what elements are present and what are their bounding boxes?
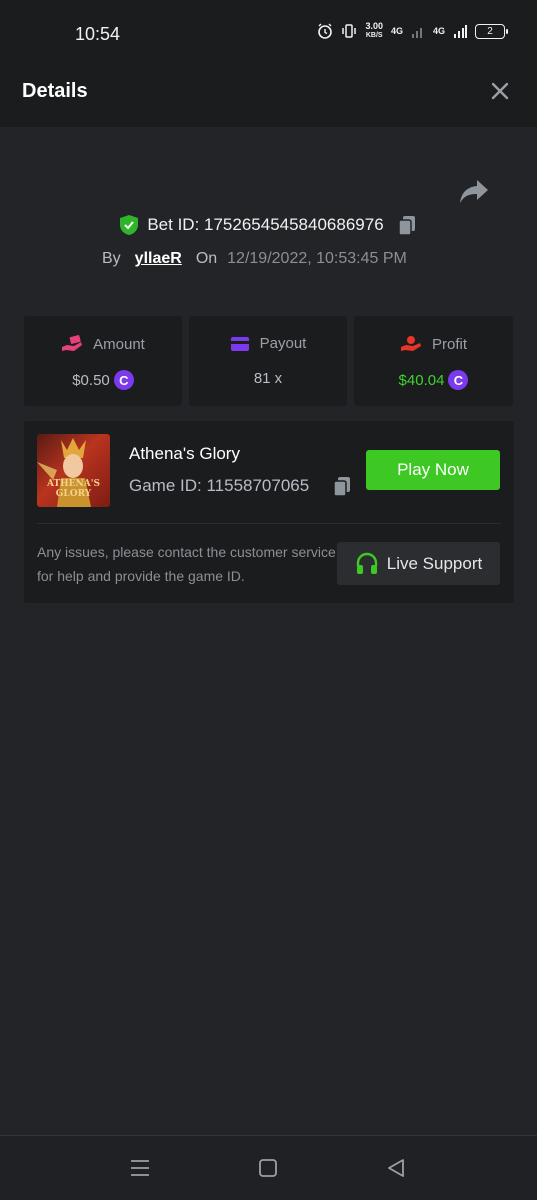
back-icon[interactable] — [384, 1156, 408, 1180]
game-thumbnail[interactable]: ATHENA'S GLORY — [37, 434, 110, 507]
stat-card-amount: Amount $0.50 C — [24, 316, 182, 406]
status-icons: 3.00 KB/S 4G 4G 2 — [317, 22, 508, 40]
bet-id-row: Bet ID: 1752654545840686976 — [0, 214, 537, 236]
profit-hand-icon — [400, 336, 421, 351]
stat-head-amount: Amount — [24, 335, 182, 353]
header: Details — [0, 54, 537, 127]
network-type-2: 4G — [432, 26, 445, 36]
divider — [37, 523, 501, 524]
bet-datetime: 12/19/2022, 10:53:45 PM — [227, 250, 407, 267]
card-icon — [230, 336, 249, 351]
by-row: By yllaeR On 12/19/2022, 10:53:45 PM — [102, 250, 407, 268]
copy-icon[interactable] — [396, 214, 418, 236]
live-support-button[interactable]: Live Support — [337, 542, 500, 585]
on-label: On — [195, 250, 218, 267]
game-name: Athena's Glory — [129, 444, 240, 463]
headphones-icon — [356, 552, 377, 574]
by-label: By — [102, 250, 121, 267]
stat-val-amount: $0.50 C — [24, 370, 182, 390]
verified-shield-icon — [120, 215, 139, 235]
stat-card-profit: Profit $40.04 C — [354, 316, 513, 406]
net-speed-value: 3.00 — [365, 21, 383, 31]
stat-label-payout: Payout — [259, 335, 307, 352]
battery-level: 2 — [487, 25, 493, 37]
status-time: 10:54 — [75, 24, 121, 44]
stat-val-profit: $40.04 C — [354, 370, 513, 390]
bet-id: Bet ID: 1752654545840686976 — [147, 215, 384, 234]
stat-value-amount: $0.50 — [72, 371, 110, 389]
coin-icon: C — [448, 370, 469, 390]
home-icon[interactable] — [256, 1156, 280, 1180]
stat-value-payout: 81 x — [253, 370, 283, 387]
signal-icon-2 — [454, 25, 467, 38]
coin-icon: C — [113, 370, 134, 390]
copy-icon[interactable] — [332, 475, 352, 497]
status-bar: 10:54 3.00 KB/S 4G 4G 2 — [0, 0, 537, 54]
stat-head-profit: Profit — [354, 335, 513, 353]
live-support-label: Live Support — [386, 553, 483, 573]
net-speed-unit: KB/S — [365, 32, 383, 39]
page-title: Details — [22, 80, 88, 102]
stat-value-profit: $40.04 — [398, 371, 445, 389]
alarm-icon — [318, 23, 333, 39]
system-nav-bar — [0, 1135, 537, 1200]
network-type-1: 4G — [390, 26, 403, 36]
help-text: Any issues, please contact the customer … — [37, 544, 336, 584]
stat-card-payout: Payout 81 x — [189, 316, 347, 406]
battery-icon: 2 — [475, 23, 508, 39]
game-card: ATHENA'S GLORY Athena's Glory Game ID: 1… — [24, 421, 514, 603]
menu-icon[interactable] — [128, 1156, 152, 1180]
play-now-button[interactable]: Play Now — [366, 450, 500, 490]
stat-label-amount: Amount — [93, 335, 145, 353]
stat-head-payout: Payout — [189, 335, 347, 352]
close-icon[interactable] — [488, 79, 512, 103]
stat-val-payout: 81 x — [189, 370, 347, 387]
username-link[interactable]: yllaeR — [135, 250, 182, 268]
game-id: Game ID: 11558707065 — [129, 476, 310, 495]
vibrate-icon — [342, 24, 357, 38]
net-speed: 3.00 KB/S — [365, 22, 383, 40]
share-icon[interactable] — [458, 176, 490, 206]
stat-label-profit: Profit — [431, 335, 467, 353]
signal-icon — [411, 28, 422, 38]
thumbnail-title: ATHENA'S GLORY — [46, 479, 100, 499]
money-hand-icon — [62, 335, 83, 351]
